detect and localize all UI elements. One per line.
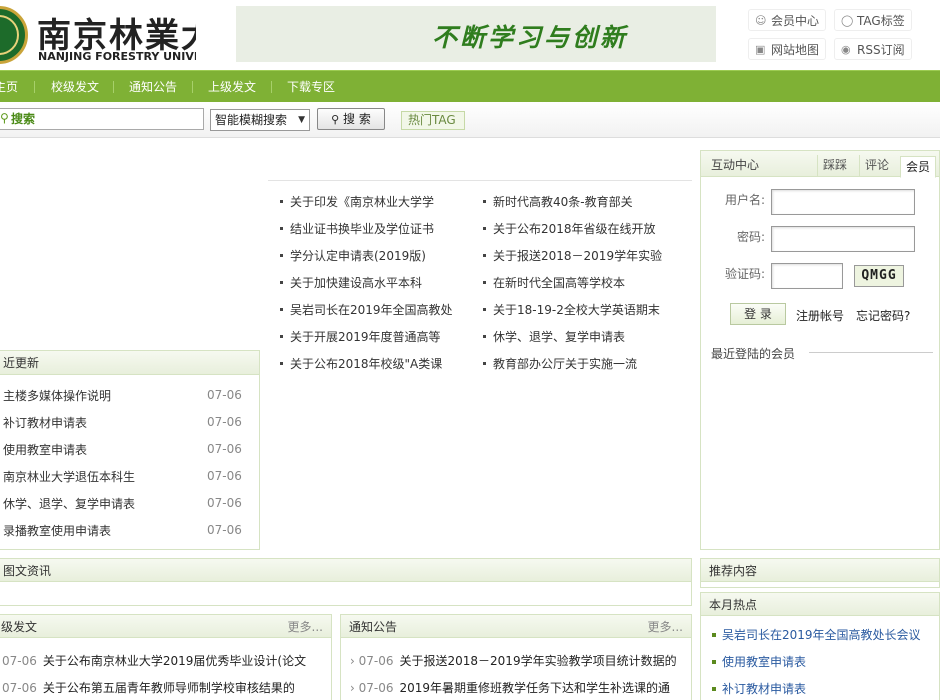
news-item[interactable]: 学分认定申请表(2019版) — [280, 248, 460, 264]
item-date: 07-06 — [207, 496, 242, 510]
list-item[interactable]: 使用教室申请表 — [710, 654, 806, 670]
school-docs-title: 级发文 — [1, 620, 38, 634]
captcha-label: 验证码: — [725, 267, 766, 281]
rss-link[interactable]: ◉ RSS订阅 — [834, 38, 912, 60]
member-panel-title: 互动中心 — [711, 158, 760, 172]
password-field[interactable] — [771, 226, 915, 252]
news-item[interactable]: 休学、退学、复学申请表 — [483, 329, 673, 345]
news-item[interactable]: 关于18-19-2全校大学英语期末 — [483, 302, 673, 318]
username-field[interactable] — [771, 189, 915, 215]
chevron-right-icon: › — [350, 654, 359, 668]
tag-icon: ◯ — [841, 14, 854, 27]
register-link[interactable]: 注册帐号 — [796, 307, 844, 324]
item-date: 07-06 — [207, 442, 242, 456]
search-button[interactable]: ⚲ 搜 索 — [317, 108, 385, 130]
list-item[interactable]: 07-06 关于公布第五届青年教师导师制学校审核结果的 — [2, 680, 328, 696]
chevron-down-icon: ▼ — [298, 115, 305, 125]
tuwen-section-header: 图文资讯 — [0, 558, 692, 582]
seal-icon — [0, 6, 28, 64]
divider — [268, 180, 692, 181]
recent-login-title: 最近登陆的会员 — [711, 347, 796, 361]
search-box: ⚲ — [0, 108, 204, 130]
login-button[interactable]: 登 录 — [730, 303, 786, 325]
chevron-right-icon: › — [350, 681, 359, 695]
password-label: 密码: — [737, 230, 766, 244]
list-item[interactable]: 07-06 关于公布南京林业大学2019届优秀毕业设计(论文 — [2, 653, 328, 669]
slogan-text: 不断学习与创新 — [432, 23, 629, 52]
nav-item-school-docs[interactable]: 校级发文 — [51, 71, 99, 103]
school-docs-section-header: 级发文 更多... — [0, 614, 332, 638]
nav-item-home[interactable]: 主页 — [0, 71, 18, 103]
tab-diggs[interactable]: 踩踩 — [817, 155, 852, 177]
item-date: 07-06 — [207, 469, 242, 483]
search-icon: ⚲ — [331, 113, 340, 126]
nav-item-downloads[interactable]: 下载专区 — [287, 71, 335, 103]
header: 南京林業大 NANJING FORESTRY UNIVER 不断学习与创新 ☺ … — [0, 0, 940, 70]
slogan-banner: 不断学习与创新 — [236, 6, 716, 62]
more-link[interactable]: 更多... — [288, 615, 323, 639]
recommend-body — [700, 582, 940, 588]
member-panel: 互动中心 踩踩 评论 会员 用户名: 密码: 验证码: QMGG 登 录 注册帐… — [700, 150, 940, 550]
news-item[interactable]: 关于加快建设高水平本科 — [280, 275, 460, 291]
recommend-section-header: 推荐内容 — [700, 558, 940, 582]
recent-updates-panel: 近更新 主楼多媒体操作说明 07-06 补订教材申请表 07-06 使用教室申请… — [0, 350, 260, 550]
search-icon: ⚲ — [0, 111, 9, 125]
item-date: 07-06 — [207, 523, 242, 537]
user-icon: ☺ — [755, 14, 767, 27]
nav-item-upper-docs[interactable]: 上级发文 — [208, 71, 256, 103]
logo-english-name: NANJING FORESTRY UNIVER — [38, 50, 196, 63]
news-item[interactable]: 在新时代全国高等学校本 — [483, 275, 673, 291]
tab-member[interactable]: 会员 — [900, 156, 937, 178]
list-item[interactable]: 南京林业大学退伍本科生 — [3, 469, 135, 485]
recommend-title: 推荐内容 — [709, 564, 758, 578]
news-item[interactable]: 关于印发《南京林业大学学 — [280, 194, 460, 210]
news-item[interactable]: 关于公布2018年校级"A类课 — [280, 356, 460, 372]
list-item[interactable]: 吴岩司长在2019年全国高教处长会议 — [710, 627, 921, 643]
item-date: 07-06 — [207, 388, 242, 402]
list-item[interactable]: 补订教材申请表 — [3, 415, 87, 431]
list-item[interactable]: 使用教室申请表 — [3, 442, 87, 458]
list-item[interactable]: › 07-06 关于报送2018－2019学年实验教学项目统计数据的 — [350, 653, 688, 669]
news-item[interactable]: 新时代高教40条-教育部关 — [483, 194, 673, 210]
notices-section-header: 通知公告 更多... — [340, 614, 692, 638]
list-item[interactable]: 补订教材申请表 — [710, 681, 806, 697]
hot-tag-button[interactable]: 热门TAG — [401, 111, 465, 130]
news-item[interactable]: 关于开展2019年度普通高等 — [280, 329, 460, 345]
captcha-image[interactable]: QMGG — [854, 265, 904, 287]
tuwen-title: 图文资讯 — [3, 564, 52, 578]
divider — [809, 352, 933, 353]
member-center-link[interactable]: ☺ 会员中心 — [748, 9, 827, 31]
search-mode-select[interactable]: 智能模糊搜索 ▼ — [210, 109, 310, 131]
news-item[interactable]: 结业证书换毕业及学位证书 — [280, 221, 460, 237]
hot-month-title: 本月热点 — [709, 598, 758, 612]
forgot-password-link[interactable]: 忘记密码? — [856, 307, 910, 324]
news-item[interactable]: 吴岩司长在2019年全国高教处 — [280, 302, 460, 318]
item-date: 07-06 — [207, 415, 242, 429]
recent-updates-title: 近更新 — [0, 351, 259, 375]
list-item[interactable]: 录播教室使用申请表 — [3, 523, 111, 539]
username-label: 用户名: — [725, 193, 766, 207]
more-link[interactable]: 更多... — [648, 615, 683, 639]
list-item[interactable]: 主楼多媒体操作说明 — [3, 388, 111, 404]
news-item[interactable]: 教育部办公厅关于实施一流 — [483, 356, 673, 372]
sitemap-link[interactable]: ▣ 网站地图 — [748, 38, 827, 60]
tuwen-body — [0, 582, 692, 606]
nav-item-notices[interactable]: 通知公告 — [129, 71, 177, 103]
rss-icon: ◉ — [841, 43, 851, 56]
main-nav: 主页 校级发文 通知公告 上级发文 下载专区 — [0, 70, 940, 102]
map-icon: ▣ — [755, 43, 766, 56]
member-panel-header: 互动中心 踩踩 评论 会员 — [701, 151, 939, 178]
tag-link[interactable]: ◯ TAG标签 — [834, 9, 912, 31]
list-item[interactable]: 休学、退学、复学申请表 — [3, 496, 135, 512]
tab-comments[interactable]: 评论 — [859, 155, 894, 177]
news-item[interactable]: 关于报送2018－2019学年实验 — [483, 248, 673, 264]
news-item[interactable]: 关于公布2018年省级在线开放 — [483, 221, 673, 237]
list-item[interactable]: › 07-06 2019年暑期重修班教学任务下达和学生补选课的通 — [350, 680, 688, 696]
search-input[interactable] — [11, 111, 196, 127]
notices-title: 通知公告 — [349, 620, 398, 634]
university-logo[interactable]: 南京林業大 NANJING FORESTRY UNIVER — [0, 6, 196, 64]
hot-month-section-header: 本月热点 — [700, 592, 940, 616]
captcha-field[interactable] — [771, 263, 843, 289]
search-bar: ⚲ 智能模糊搜索 ▼ ⚲ 搜 索 热门TAG — [0, 102, 940, 138]
